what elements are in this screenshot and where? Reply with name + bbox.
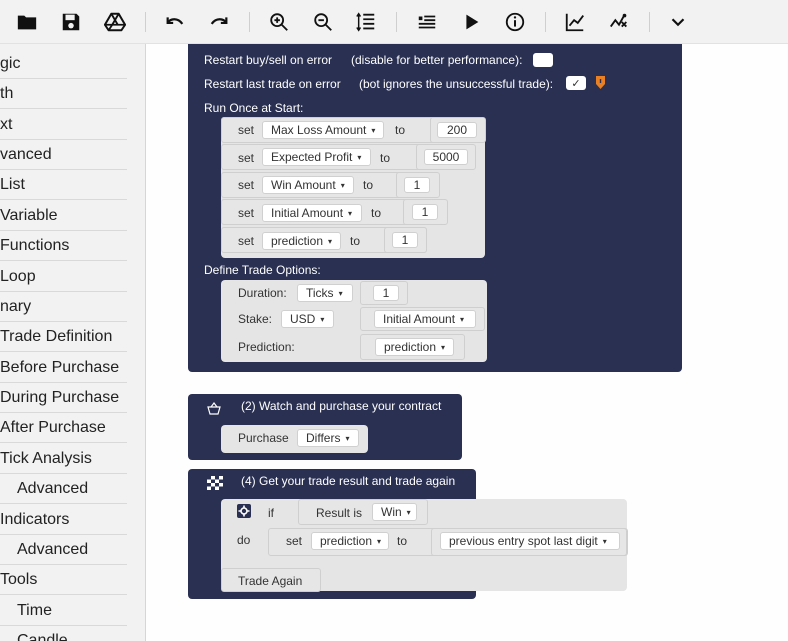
bot-builder-app: gic th xt vanced List Variable Functions… [0, 0, 788, 641]
to-keyword: to [350, 234, 361, 248]
restart-on-error-hint: (disable for better performance): [351, 53, 523, 67]
set-keyword: set [238, 206, 255, 220]
stake-label: Stake: [238, 312, 273, 326]
sidebar-item-variable[interactable]: Variable [0, 201, 127, 231]
block-category-sidebar: gic th xt vanced List Variable Functions… [0, 44, 146, 641]
sidebar-item-functions[interactable]: Functions [0, 231, 127, 261]
sidebar-item-tools[interactable]: Tools [0, 565, 127, 595]
do-keyword: do [237, 533, 251, 547]
sidebar-item-tick-advanced[interactable]: Advanced [0, 474, 127, 504]
chart-icon[interactable] [561, 8, 589, 36]
set-keyword: set [238, 151, 255, 165]
variable-dropdown[interactable]: Max Loss Amount ▾ [262, 121, 384, 139]
restart-on-error-checkbox[interactable] [533, 53, 553, 67]
redo-icon[interactable] [205, 8, 233, 36]
contract-type-dropdown[interactable]: Differs ▾ [297, 429, 359, 447]
number-field[interactable]: 1 [404, 177, 430, 193]
duration-value-field[interactable]: 1 [373, 285, 399, 301]
sidebar-item-during-purchase[interactable]: During Purchase [0, 383, 127, 413]
number-field[interactable]: 5000 [424, 149, 468, 165]
toolbar [0, 0, 788, 44]
to-keyword: to [371, 206, 382, 220]
undo-icon[interactable] [161, 8, 189, 36]
google-drive-icon[interactable] [101, 8, 129, 36]
folder-open-icon[interactable] [13, 8, 41, 36]
zoom-out-icon[interactable] [309, 8, 337, 36]
prediction-variable-dropdown[interactable]: prediction ▾ [375, 338, 454, 356]
trade-again-label: Trade Again [238, 574, 303, 588]
sidebar-item-text[interactable]: xt [0, 110, 127, 140]
sidebar-item-time[interactable]: Time [0, 596, 127, 626]
set-keyword: set [286, 534, 303, 548]
result-dropdown[interactable]: Win ▾ [372, 503, 417, 521]
sidebar-item-indicators[interactable]: Indicators [0, 505, 127, 535]
variable-dropdown[interactable]: Win Amount ▾ [262, 176, 354, 194]
variable-dropdown[interactable]: prediction ▾ [262, 232, 341, 250]
sidebar-item-binary[interactable]: nary [0, 292, 127, 322]
restart-last-trade-hint: (bot ignores the unsuccessful trade): [359, 77, 554, 91]
number-field[interactable]: 1 [392, 232, 418, 248]
list-icon[interactable] [413, 8, 441, 36]
sidebar-item-trade-definition[interactable]: Trade Definition [0, 322, 127, 352]
sidebar-item-indicators-advanced[interactable]: Advanced [0, 535, 127, 565]
purchase-label: Purchase [238, 431, 289, 445]
basket-icon [207, 402, 221, 420]
duration-unit-dropdown[interactable]: Ticks ▾ [297, 284, 353, 302]
sidebar-item-tick-analysis[interactable]: Tick Analysis [0, 444, 127, 474]
if-keyword: if [268, 506, 274, 520]
duration-label: Duration: [238, 286, 287, 300]
play-icon[interactable] [457, 8, 485, 36]
set-keyword: set [238, 178, 255, 192]
warning-icon[interactable] [596, 76, 605, 94]
to-keyword: to [363, 178, 374, 192]
restart-last-trade-checkbox[interactable]: ✓ [566, 76, 586, 90]
sidebar-item-before-purchase[interactable]: Before Purchase [0, 353, 127, 383]
blockly-workspace[interactable]: Restart buy/sell on error (disable for b… [146, 44, 788, 641]
sidebar-item-list[interactable]: List [0, 170, 127, 200]
sidebar-item-advanced[interactable]: vanced [0, 140, 127, 170]
to-keyword: to [395, 123, 406, 137]
sort-icon[interactable] [352, 8, 380, 36]
gear-icon[interactable] [237, 504, 251, 523]
stake-variable-dropdown[interactable]: Initial Amount ▾ [374, 310, 476, 328]
number-field[interactable]: 200 [437, 122, 477, 138]
variable-dropdown[interactable]: prediction ▾ [311, 532, 389, 550]
info-icon[interactable] [501, 8, 529, 36]
sidebar-item-candle[interactable]: Candle [0, 626, 127, 641]
save-icon[interactable] [57, 8, 85, 36]
chevron-down-icon[interactable] [664, 8, 692, 36]
to-keyword: to [380, 151, 391, 165]
prediction-label: Prediction: [238, 340, 295, 354]
sidebar-item-after-purchase[interactable]: After Purchase [0, 413, 127, 443]
result-is-label: Result is [316, 506, 363, 520]
sidebar-item-logic[interactable]: gic [0, 49, 127, 79]
sidebar-item-loop[interactable]: Loop [0, 262, 127, 292]
variable-dropdown[interactable]: Expected Profit ▾ [262, 148, 371, 166]
number-field[interactable]: 1 [412, 204, 438, 220]
zoom-in-icon[interactable] [265, 8, 293, 36]
entry-spot-dropdown[interactable]: previous entry spot last digit ▾ [440, 532, 620, 550]
trading-view-icon[interactable] [605, 8, 633, 36]
define-trade-options-label: Define Trade Options: [204, 263, 321, 277]
after-purchase-title: (4) Get your trade result and trade agai… [241, 474, 456, 488]
checkered-flag-icon [207, 476, 223, 495]
run-once-label: Run Once at Start: [204, 101, 304, 115]
variable-dropdown[interactable]: Initial Amount ▾ [262, 204, 362, 222]
to-keyword: to [397, 534, 408, 548]
restart-last-trade-label: Restart last trade on error [204, 77, 341, 91]
currency-dropdown[interactable]: USD ▾ [281, 310, 334, 328]
set-keyword: set [238, 123, 255, 137]
set-keyword: set [238, 234, 255, 248]
sidebar-item-math[interactable]: th [0, 79, 127, 109]
purchase-block-title: (2) Watch and purchase your contract [241, 399, 442, 413]
restart-on-error-label: Restart buy/sell on error [204, 53, 333, 67]
